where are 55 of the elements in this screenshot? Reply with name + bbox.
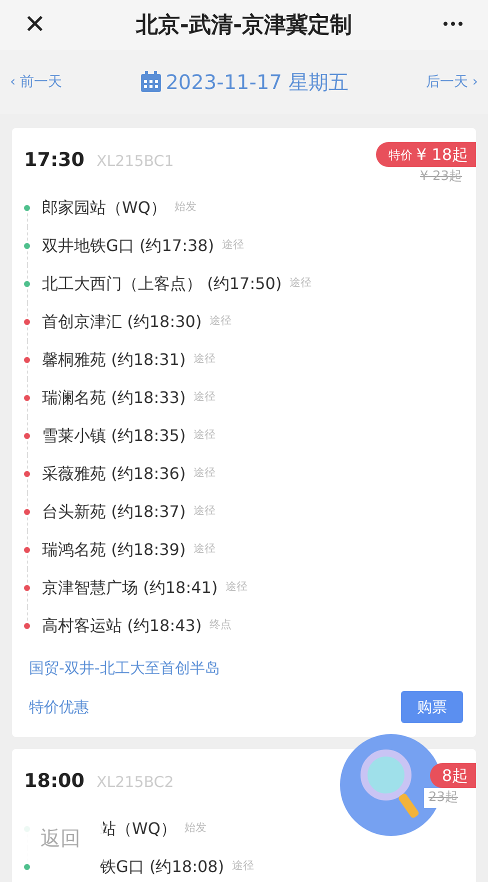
stop-tag: 途径 xyxy=(194,351,216,368)
stop-tag: 途径 xyxy=(194,541,216,558)
stop-marker-icon xyxy=(24,584,30,590)
price-badge: 8起 xyxy=(430,763,476,788)
more-button[interactable]: ••• xyxy=(424,14,464,36)
stop-marker-icon xyxy=(24,546,30,552)
stop-name: 站（WQ） xyxy=(100,818,176,840)
stop-name: 瑞鸿名苑 (约18:39) xyxy=(42,538,186,560)
stop-tag: 途径 xyxy=(232,858,254,875)
stop-marker-icon xyxy=(24,204,30,210)
stop-name: 采薇雅苑 (约18:36) xyxy=(42,462,186,484)
stop-name: 馨桐雅苑 (约18:31) xyxy=(42,348,186,370)
stop-tag: 途径 xyxy=(290,275,312,292)
stop-name: 首创京津汇 (约18:30) xyxy=(42,310,202,332)
buy-ticket-button[interactable]: 购票 xyxy=(401,691,463,723)
stop-name: 高村客运站 (约18:43) xyxy=(42,614,202,636)
stop-tag: 途径 xyxy=(194,389,216,406)
stop-tag: 途径 xyxy=(222,237,244,254)
stop-tag: 途径 xyxy=(194,465,216,482)
original-price: ¥ 23起 xyxy=(420,168,462,186)
stop-tag: 途径 xyxy=(194,427,216,444)
promo-label: 特价优惠 xyxy=(29,696,89,718)
stop-tag: 终点 xyxy=(210,617,232,634)
stop-name: 京津智慧广场 (约18:41) xyxy=(42,576,218,598)
stop-tag: 始发 xyxy=(174,199,196,216)
departure-time: 17:30 xyxy=(24,148,84,173)
price-badge: 特价 ¥ 18起 xyxy=(376,142,476,167)
route-description: 国贸-双井-北工大至首创半岛 xyxy=(28,658,221,678)
stop-marker-icon xyxy=(24,318,30,324)
stop-marker-icon xyxy=(24,280,30,286)
stop-marker-icon xyxy=(24,432,30,438)
stop-name: 雪莱小镇 (约18:35) xyxy=(42,424,186,446)
stop-marker-icon xyxy=(24,356,30,362)
stop-name: 郎家园站（WQ） xyxy=(42,196,166,218)
departure-time: 18:00 xyxy=(24,769,84,794)
stop-name: 瑞澜名苑 (约18:33) xyxy=(42,386,186,408)
stop-marker-icon xyxy=(24,470,30,476)
stop-tag: 途径 xyxy=(226,579,248,596)
stop-name: 台头新苑 (约18:37) xyxy=(42,500,186,522)
stop-name: 铁G口 (约18:08) xyxy=(100,856,224,878)
previous-day-link[interactable]: ‹ 前一天 xyxy=(10,72,62,92)
stop-tag: 始发 xyxy=(184,820,206,837)
stop-marker-icon xyxy=(24,622,30,628)
calendar-icon xyxy=(140,71,162,93)
close-button[interactable]: ✕ xyxy=(24,6,64,44)
stop-tag: 途径 xyxy=(194,503,216,520)
date-selector[interactable]: 2023-11-17 星期五 xyxy=(166,67,348,97)
stop-name: 双井地铁G口 (约17:38) xyxy=(42,234,214,256)
stop-tag: 途径 xyxy=(210,313,232,330)
next-day-link[interactable]: 后一天 › xyxy=(426,72,478,92)
stop-marker-icon xyxy=(24,508,30,514)
stop-name: 北工大西门（上客点） (约17:50) xyxy=(42,272,282,294)
stop-marker-icon xyxy=(24,394,30,400)
stop-marker-icon xyxy=(24,242,30,248)
page-title: 北京-武清-京津冀定制 xyxy=(134,12,354,40)
